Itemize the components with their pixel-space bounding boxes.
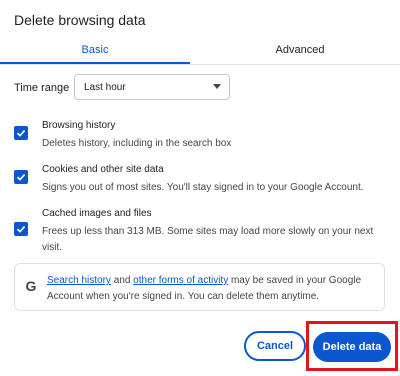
option-title: Browsing history <box>42 120 116 131</box>
checkmark-icon <box>16 226 26 233</box>
highlight-box <box>306 321 398 371</box>
option-title: Cookies and other site data <box>42 164 164 175</box>
tab-basic[interactable]: Basic <box>0 36 190 64</box>
info-text: Search history and other forms of activi… <box>47 273 377 305</box>
dialog-title: Delete browsing data <box>14 12 146 28</box>
checkmark-icon <box>16 174 26 181</box>
tab-advanced[interactable]: Advanced <box>200 36 400 64</box>
browsing-history-checkbox[interactable] <box>14 126 28 140</box>
info-text-part: and <box>110 275 134 286</box>
time-range-select[interactable]: Last hour <box>74 74 230 100</box>
cancel-button[interactable]: Cancel <box>244 331 306 361</box>
checkmark-icon <box>16 130 26 137</box>
time-range-value: Last hour <box>84 81 126 93</box>
option-description: Deletes history, including in the search… <box>42 138 232 149</box>
cookies-checkbox[interactable] <box>14 170 28 184</box>
search-history-link[interactable]: Search history <box>47 275 111 286</box>
dropdown-caret-icon <box>213 84 221 89</box>
option-description: Signs you out of most sites. You'll stay… <box>42 182 364 193</box>
option-description: Frees up less than 313 MB. Some sites ma… <box>42 226 374 253</box>
other-activity-link[interactable]: other forms of activity <box>133 275 228 286</box>
cached-images-checkbox[interactable] <box>14 222 28 236</box>
option-title: Cached images and files <box>42 208 152 219</box>
google-g-icon: G <box>25 278 37 294</box>
tabs-divider <box>0 64 400 65</box>
time-range-label: Time range <box>14 82 70 94</box>
activity-info-box: G Search history and other forms of acti… <box>14 263 385 311</box>
tab-bar: Basic Advanced <box>0 36 400 64</box>
